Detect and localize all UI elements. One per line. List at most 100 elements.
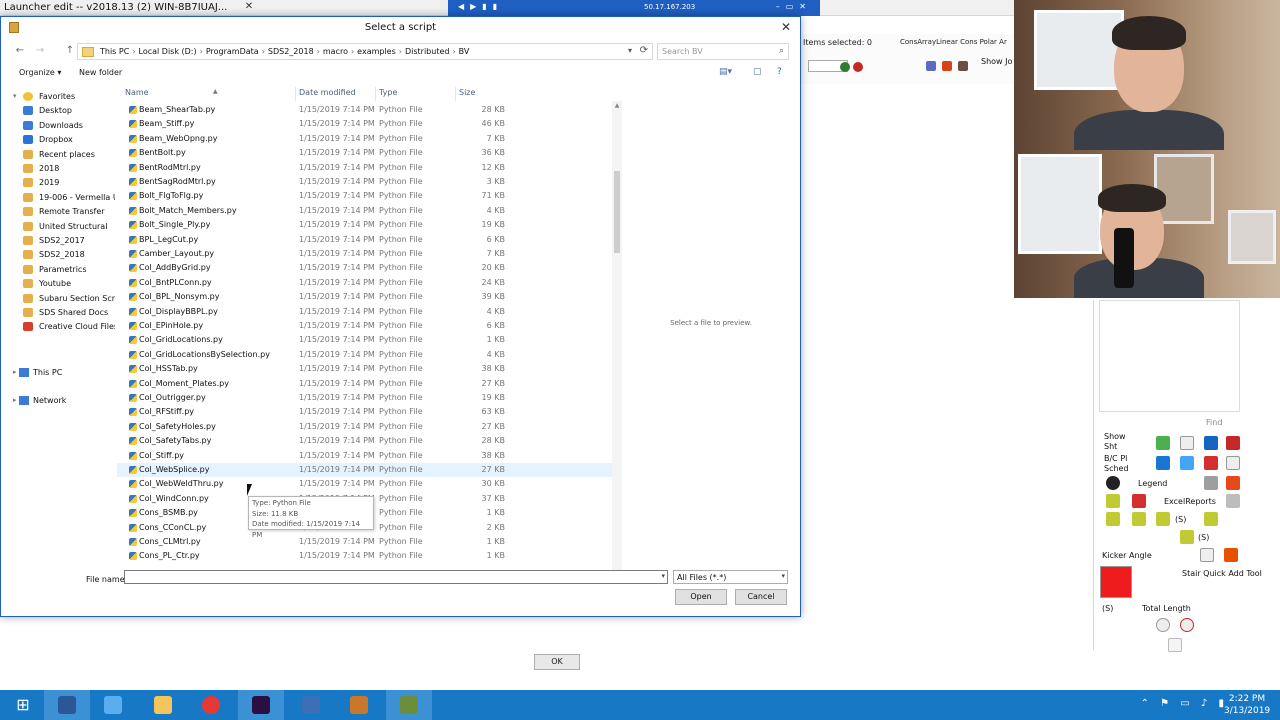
table-row[interactable]: Col_WebSplice.py 1/15/2019 7:14 PM Python … — [117, 463, 617, 478]
tool-icon[interactable] — [1106, 494, 1120, 508]
tool-icon[interactable] — [1226, 436, 1240, 450]
tool-icon[interactable] — [1204, 512, 1218, 526]
open-button[interactable]: Open — [675, 589, 727, 605]
breadcrumb-item[interactable]: examples — [357, 47, 396, 56]
confirm-icon[interactable] — [840, 62, 850, 72]
taskbar-app[interactable] — [238, 690, 284, 720]
bg-ok-button[interactable]: OK — [534, 654, 580, 670]
scroll-thumb[interactable] — [614, 171, 620, 253]
chevron-down-icon[interactable]: ▾ — [628, 46, 632, 55]
nav-item[interactable]: United Structural — [11, 221, 115, 234]
nav-item[interactable]: Desktop — [11, 105, 115, 118]
taskbar-app[interactable] — [386, 690, 432, 720]
nav-item[interactable]: Parametrics — [11, 264, 115, 277]
table-row[interactable]: Beam_WebOpng.py 1/15/2019 7:14 PM Python F… — [117, 132, 617, 146]
breadcrumb-separator-icon[interactable]: › — [396, 47, 405, 56]
breadcrumb-separator-icon[interactable]: › — [197, 47, 206, 56]
total-length-label[interactable]: Total Length — [1142, 604, 1191, 614]
search-input[interactable]: Search BV — [662, 47, 703, 56]
up-arrow-icon[interactable]: ↑ — [63, 44, 77, 58]
breadcrumb-item[interactable]: BV — [459, 47, 470, 56]
tool-icon[interactable] — [958, 61, 968, 71]
refresh-icon[interactable]: ⟳ — [640, 45, 648, 56]
breadcrumb-separator-icon[interactable]: › — [449, 47, 458, 56]
zoom-icon[interactable] — [1156, 618, 1170, 632]
organize-button[interactable]: Organize ▾ — [19, 68, 61, 77]
tool-icon[interactable] — [1106, 512, 1120, 526]
nav-item[interactable]: 2018 — [11, 163, 115, 176]
forward-arrow-icon[interactable]: → — [33, 44, 47, 58]
breadcrumb-separator-icon[interactable]: › — [129, 47, 138, 56]
table-row[interactable]: Cons_PL_Ctr.py 1/15/2019 7:14 PM Python Fi… — [117, 549, 617, 563]
tool-icon[interactable] — [1180, 530, 1194, 544]
table-row[interactable]: Col_Stiff.py 1/15/2019 7:14 PM Python File… — [117, 449, 617, 463]
remote-controls-icon[interactable]: ◀▶▮▮ — [458, 2, 503, 11]
breadcrumb-item[interactable]: macro — [323, 47, 348, 56]
system-tray-icon[interactable]: ⌃ ⚑ ▭ ♪ ▮ — [1141, 698, 1228, 709]
tool-icon[interactable] — [1106, 476, 1120, 490]
table-row[interactable]: Col_BPL_Nonsym.py 1/15/2019 7:14 PM Python… — [117, 290, 617, 304]
nav-item[interactable]: Downloads — [11, 120, 115, 133]
remote-window-controls-icon[interactable]: –▭✕ — [776, 2, 812, 11]
breadcrumb-item[interactable]: This PC — [100, 47, 129, 56]
dialog-titlebar[interactable]: Select a script ✕ — [1, 17, 800, 39]
color-swatch[interactable] — [1100, 566, 1132, 598]
file-name-input[interactable]: ▾ — [124, 570, 668, 584]
table-row[interactable]: Col_RFStiff.py 1/15/2019 7:14 PM Python Fi… — [117, 405, 617, 419]
table-row[interactable]: Col_Outrigger.py 1/15/2019 7:14 PM Python … — [117, 391, 617, 405]
nav-item[interactable]: 2019 — [11, 177, 115, 190]
table-row[interactable]: Col_Moment_Plates.py 1/15/2019 7:14 PM Pyt… — [117, 377, 617, 391]
close-icon[interactable]: ✕ — [778, 20, 794, 35]
taskbar-app[interactable] — [140, 690, 186, 720]
tool-icon[interactable] — [1132, 512, 1146, 526]
tool-icon[interactable] — [1204, 476, 1218, 490]
tool-icon[interactable] — [1224, 548, 1238, 562]
tool-icon[interactable] — [1156, 436, 1170, 450]
legend-label[interactable]: Legend — [1138, 479, 1167, 489]
taskbar-app[interactable] — [336, 690, 382, 720]
table-row[interactable]: Camber_Layout.py 1/15/2019 7:14 PM Python … — [117, 247, 617, 261]
search-icon[interactable]: ⌕ — [779, 46, 784, 56]
table-row[interactable]: Bolt_Single_Ply.py 1/15/2019 7:14 PM Pytho… — [117, 218, 617, 232]
tool-icon[interactable] — [1156, 512, 1170, 526]
kicker-angle-label[interactable]: Kicker Angle — [1102, 551, 1152, 561]
table-row[interactable]: BPL_LegCut.py 1/15/2019 7:14 PM Python Fil… — [117, 233, 617, 247]
new-folder-button[interactable]: New folder — [79, 68, 122, 77]
taskbar-app[interactable] — [90, 690, 136, 720]
tool-icon[interactable] — [1204, 456, 1218, 470]
table-row[interactable]: Col_WebWeldThru.py 1/15/2019 7:14 PM Pytho… — [117, 477, 617, 491]
column-divider[interactable] — [455, 87, 456, 101]
expand-icon[interactable]: ▸ — [13, 396, 17, 404]
taskbar-app[interactable] — [44, 690, 90, 720]
tool-icon[interactable] — [1180, 436, 1194, 450]
scroll-up-icon[interactable]: ▲ — [612, 102, 622, 109]
search-box[interactable]: Search BV ⌕ — [657, 43, 789, 60]
table-row[interactable]: Bolt_FlgToFlg.py 1/15/2019 7:14 PM Python … — [117, 189, 617, 203]
column-header-name[interactable]: Name ▲ — [125, 88, 218, 102]
nav-item[interactable]: Subaru Section Scree — [11, 293, 115, 306]
tool-icon[interactable] — [1132, 494, 1146, 508]
table-row[interactable]: Col_GridLocations.py 1/15/2019 7:14 PM Pyt… — [117, 333, 617, 347]
bc-pl-sched-label[interactable]: B/C Pl Sched — [1104, 454, 1129, 474]
tool-icon[interactable] — [1180, 456, 1194, 470]
table-row[interactable]: Col_BntPLConn.py 1/15/2019 7:14 PM Python … — [117, 276, 617, 290]
breadcrumb-separator-icon[interactable]: › — [259, 47, 268, 56]
tool-icon[interactable] — [1226, 476, 1240, 490]
tool-icon[interactable] — [1226, 494, 1240, 508]
column-divider[interactable] — [375, 87, 376, 101]
breadcrumb-item[interactable]: ProgramData — [206, 47, 259, 56]
cancel-icon[interactable] — [853, 62, 863, 72]
file-type-select[interactable]: All Files (*.*) ▾ — [673, 570, 788, 584]
table-row[interactable]: Col_EPinHole.py 1/15/2019 7:14 PM Python F… — [117, 319, 617, 333]
table-row[interactable]: Col_AddByGrid.py 1/15/2019 7:14 PM Python … — [117, 261, 617, 275]
start-button[interactable]: ⊞ — [0, 690, 46, 720]
address-bar[interactable]: This PC › Local Disk (D:) › ProgramData › SDS2… — [77, 43, 653, 60]
zoom-icon[interactable] — [1180, 618, 1194, 632]
nav-item[interactable]: 19-006 - Vermella U — [11, 192, 115, 205]
tool-icon[interactable] — [1204, 436, 1218, 450]
clock[interactable]: 2:22 PM 3/13/2019 — [1224, 693, 1270, 717]
table-row[interactable]: Bolt_Match_Members.py 1/15/2019 7:14 PM Py… — [117, 204, 617, 218]
nav-item[interactable]: Dropbox — [11, 134, 115, 147]
taskbar-app[interactable] — [288, 690, 334, 720]
help-icon[interactable]: ? — [777, 67, 782, 77]
